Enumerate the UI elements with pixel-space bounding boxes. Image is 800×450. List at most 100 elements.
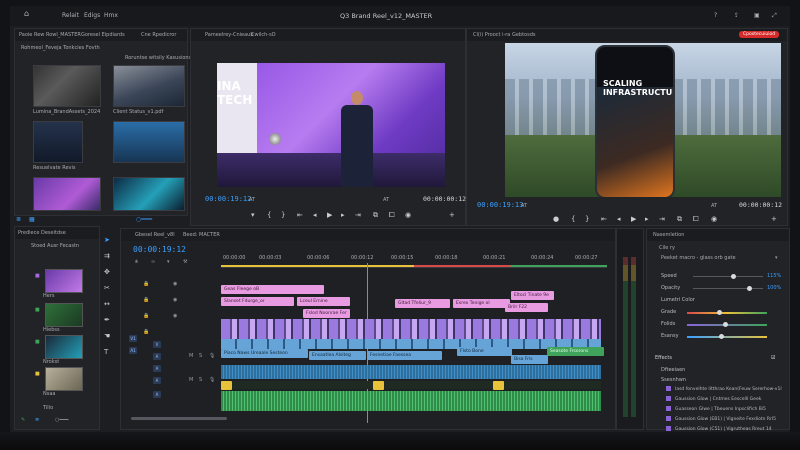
time-ruler[interactable]: 00:00:00 00:00:03 00:00:06 00:00:12 00:0… xyxy=(221,253,607,268)
graphics-clip[interactable]: Slanset Fdurge_or xyxy=(221,297,294,306)
tab-lumetri[interactable]: Nasemletion xyxy=(653,232,684,238)
audio-track-a2[interactable] xyxy=(221,381,601,389)
chevron-down-icon[interactable]: ▾ xyxy=(775,255,778,261)
prog-mark-out-icon[interactable]: { xyxy=(571,215,575,223)
bin-thumb-1[interactable] xyxy=(45,269,83,293)
prog-step-back-icon[interactable]: ⇤ xyxy=(601,215,607,223)
track-a2-button[interactable]: A xyxy=(153,365,161,372)
lock-icon[interactable]: 🔒 xyxy=(143,281,149,287)
source-zoom-2[interactable]: AT xyxy=(383,197,389,203)
track-v1-button[interactable]: V xyxy=(153,341,161,348)
audio-waveform-a1[interactable] xyxy=(221,365,601,379)
icon-view-icon[interactable]: ▦ xyxy=(29,216,35,223)
hand-tool-icon[interactable]: ☚ xyxy=(104,332,110,340)
track-target-v1[interactable]: V1 xyxy=(129,335,137,342)
audio-marker[interactable] xyxy=(493,381,504,390)
timeline-scrollbar[interactable] xyxy=(131,417,227,420)
type-tool-icon[interactable]: T xyxy=(104,348,108,356)
thumbnail-5[interactable] xyxy=(33,177,101,211)
prog-add-icon[interactable]: + xyxy=(771,215,777,223)
speed-slider[interactable] xyxy=(693,276,763,277)
opacity-slider-knob[interactable] xyxy=(747,286,752,291)
audio-waveform-a3[interactable] xyxy=(221,391,601,411)
source-zoom[interactable]: AT xyxy=(249,197,255,203)
ripple-edit-icon[interactable]: ✥ xyxy=(104,268,110,276)
overwrite-icon[interactable]: ⧠ xyxy=(389,211,395,220)
work-area-bar[interactable] xyxy=(221,265,607,267)
grade-slider[interactable] xyxy=(687,312,767,314)
graphics-clip[interactable]: Brilr F22 xyxy=(505,303,548,312)
mute-icon[interactable]: M xyxy=(189,353,193,359)
preset-select[interactable]: Peeket macro - glass orb gate xyxy=(661,255,736,261)
track-a4-button[interactable]: A xyxy=(153,391,161,398)
program-zoom[interactable]: AT xyxy=(521,203,527,209)
step-forward-icon[interactable]: ⇥ xyxy=(355,211,361,219)
graphics-clip[interactable]: Fslod Noonrae Fer xyxy=(303,309,350,318)
tab-source[interactable]: Pameelrey-Cnieaub xyxy=(205,32,254,38)
new-item-icon[interactable]: ✎ xyxy=(21,417,25,423)
video-track-v1[interactable] xyxy=(221,319,601,339)
selection-tool-icon[interactable]: ➤ xyxy=(104,236,110,244)
lift-icon[interactable]: ⧉ xyxy=(677,215,682,224)
zoom-slider-icon[interactable]: ○━━━ xyxy=(136,216,152,223)
esansy-slider[interactable] xyxy=(687,336,767,338)
audio-marker[interactable] xyxy=(373,381,384,390)
mark-out-icon[interactable]: { xyxy=(267,211,271,219)
audio-clip[interactable]: Flsto Bone xyxy=(457,347,512,356)
track-target-a1[interactable]: A1 xyxy=(129,347,137,354)
export-frame-icon[interactable]: ◉ xyxy=(405,211,411,219)
tab-project-3[interactable]: Cne Rpedicror xyxy=(141,32,176,38)
add-button-icon[interactable]: + xyxy=(449,211,455,219)
audio-clip[interactable]: Bisa Frls xyxy=(511,355,548,364)
prev-frame-icon[interactable]: ◂ xyxy=(313,211,317,219)
track-select-icon[interactable]: ⇉ xyxy=(104,252,110,260)
effects-subheader[interactable]: Ssesnhwn xyxy=(661,377,686,383)
home-icon[interactable]: ⌂ xyxy=(24,9,29,18)
insert-icon[interactable]: ⧉ xyxy=(373,211,378,220)
effect-item[interactable]: Gaussion Glow (EB1) | Vigneite Fexdiotn … xyxy=(666,416,776,422)
program-zoom-2[interactable]: AT xyxy=(711,203,717,209)
tab-source-2[interactable]: Cwilch-sO xyxy=(251,32,276,38)
media-list-icon[interactable]: ≣ xyxy=(35,417,39,423)
prog-step-forward-icon[interactable]: ⇥ xyxy=(659,215,665,223)
thumbnail-1[interactable] xyxy=(33,65,101,107)
eye-icon[interactable]: ◉ xyxy=(173,281,177,287)
graphics-clip[interactable]: Esrex Tenige ol xyxy=(453,299,510,308)
snap-icon[interactable]: ⩲ xyxy=(135,259,138,265)
menu-item-2[interactable]: Edigs xyxy=(84,12,100,19)
go-to-in-icon[interactable]: } xyxy=(281,211,285,219)
camera-icon[interactable]: ◉ xyxy=(711,215,717,223)
eye-icon[interactable]: ◉ xyxy=(173,297,177,303)
video-track-v2[interactable] xyxy=(221,339,601,349)
wrench-icon[interactable]: ⚒ xyxy=(183,259,187,265)
checkbox-icon[interactable]: ☑ xyxy=(771,355,775,361)
pen-tool-icon[interactable]: ✒ xyxy=(104,316,110,324)
audio-marker[interactable] xyxy=(221,381,232,390)
prog-go-in-icon[interactable]: } xyxy=(585,215,589,223)
thumbnail-3[interactable] xyxy=(33,121,83,163)
speed-slider-knob[interactable] xyxy=(731,274,736,279)
tab-project-2[interactable]: Goresel Eipdiards xyxy=(81,32,125,38)
fullscreen-icon[interactable]: ⤢ xyxy=(772,12,777,20)
prog-next-frame-icon[interactable]: ▸ xyxy=(645,215,649,223)
thumbnail-2[interactable] xyxy=(113,65,185,107)
step-back-icon[interactable]: ⇤ xyxy=(297,211,303,219)
effects-header[interactable]: Effects xyxy=(655,355,672,361)
razor-tool-icon[interactable]: ✂ xyxy=(104,284,110,292)
menu-item-1[interactable]: Relait xyxy=(62,12,79,19)
graphics-clip[interactable]: Eltocl Tinate 9e xyxy=(511,291,554,300)
graphics-clip[interactable]: Lceul Ernine xyxy=(297,297,350,306)
eye-icon[interactable]: ◉ xyxy=(173,313,177,319)
next-frame-icon[interactable]: ▸ xyxy=(341,211,345,219)
effects-subheader[interactable]: Dfteeiaen xyxy=(661,367,685,373)
folids-slider-knob[interactable] xyxy=(723,322,728,327)
prog-mark-in-icon[interactable]: ● xyxy=(553,215,559,223)
lock-icon[interactable]: 🔒 xyxy=(143,297,149,303)
tab-media-browser[interactable]: Prediece Deseitdse xyxy=(18,230,66,236)
effect-item[interactable]: Guasseon Glwe | Tbeuens Inpsclifich Bi5 xyxy=(666,406,766,412)
lock-icon[interactable]: 🔒 xyxy=(143,313,149,319)
audio-clip[interactable]: Ensaatlea Alsiteg xyxy=(309,351,366,360)
thumbnail-4[interactable] xyxy=(113,121,185,163)
prog-prev-frame-icon[interactable]: ◂ xyxy=(617,215,621,223)
mic-icon[interactable]: 🎙 xyxy=(209,377,215,383)
